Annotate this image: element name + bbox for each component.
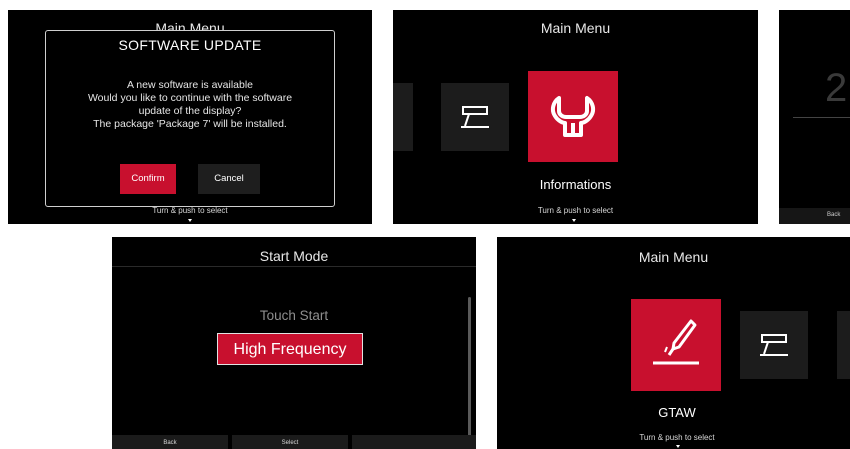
selected-item-label: GTAW: [658, 405, 696, 420]
navigation-hint: Turn & push to select: [152, 206, 228, 215]
tig-torch-icon: [760, 334, 788, 356]
menu-tile-gtaw[interactable]: [631, 299, 721, 391]
screen-title: Main Menu: [638, 249, 709, 265]
dialog-message-line: Would you like to continue with the soft…: [87, 92, 293, 104]
option-high-frequency[interactable]: High Frequency: [217, 333, 363, 365]
dialog-message-line: update of the display?: [138, 105, 242, 117]
navigation-hint: Turn & push to select: [537, 206, 614, 215]
footer-empty-button[interactable]: [352, 435, 476, 449]
software-update-screen: Main Menu SOFTWARE UPDATE A new software…: [8, 10, 372, 224]
menu-tile-tig-torch[interactable]: [740, 311, 808, 379]
value-screen: 2 Back: [779, 10, 850, 224]
menu-tile-partial[interactable]: [837, 311, 850, 379]
wrench-icon: [550, 96, 596, 137]
main-menu-informations-screen: Main Menu Informations Turn & push to se…: [393, 10, 758, 224]
tig-torch-icon: [461, 106, 489, 128]
dialog-message-line: The package 'Package 7' will be installe…: [93, 118, 287, 130]
divider: [793, 117, 850, 118]
menu-tile-tig-torch[interactable]: [441, 83, 509, 151]
option-touch-start[interactable]: Touch Start: [112, 308, 476, 323]
software-update-dialog: SOFTWARE UPDATE A new software is availa…: [45, 30, 335, 207]
chevron-down-icon: [188, 219, 192, 222]
select-button[interactable]: Select: [232, 435, 348, 449]
chevron-down-icon: [676, 445, 680, 448]
back-button[interactable]: Back: [112, 435, 228, 449]
value-display: 2: [825, 66, 848, 110]
screen-title: Main Menu: [540, 20, 611, 36]
divider: [112, 266, 476, 267]
menu-tile-torch[interactable]: [393, 83, 413, 151]
dialog-title: SOFTWARE UPDATE: [118, 37, 262, 53]
dialog-message: A new software is available Would you li…: [46, 79, 334, 131]
start-mode-screen: Start Mode Touch Start High Frequency Ba…: [112, 237, 476, 449]
footer-bar: Back Select: [112, 435, 476, 449]
screen-title: Start Mode: [259, 248, 329, 264]
menu-tile-informations[interactable]: [528, 71, 618, 162]
back-button[interactable]: Back: [827, 212, 840, 218]
cancel-button[interactable]: Cancel: [198, 164, 260, 194]
scrollbar[interactable]: [468, 297, 471, 449]
dialog-message-line: A new software is available: [126, 79, 254, 91]
navigation-hint: Turn & push to select: [639, 433, 715, 442]
confirm-button[interactable]: Confirm: [120, 164, 176, 194]
chevron-down-icon: [572, 219, 576, 222]
footer-bar: Back: [779, 208, 850, 224]
selected-item-label: Informations: [539, 177, 612, 192]
gtaw-torch-icon: [653, 319, 699, 365]
main-menu-gtaw-screen: Main Menu GTAW Turn & push to select: [497, 237, 850, 449]
